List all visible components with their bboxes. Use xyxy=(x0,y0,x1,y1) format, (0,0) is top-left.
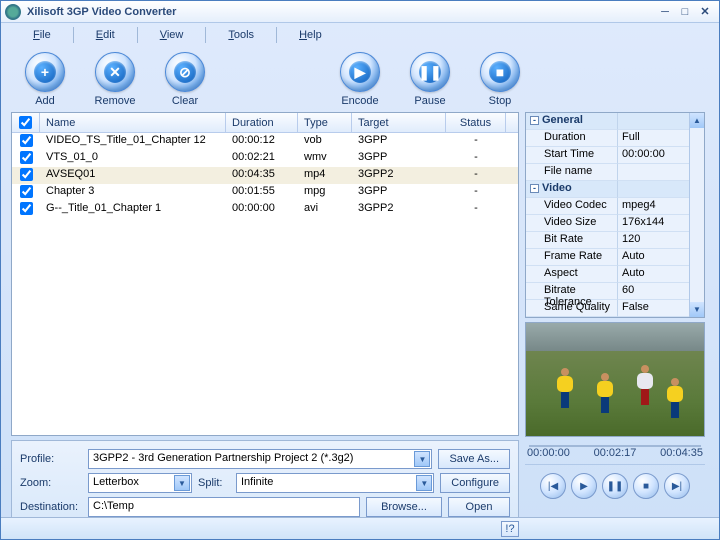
configure-button[interactable]: Configure xyxy=(440,473,510,493)
file-table[interactable]: Name Duration Type Target Status VIDEO_T… xyxy=(11,112,519,436)
profile-combo[interactable]: 3GPP2 - 3rd Generation Partnership Proje… xyxy=(88,449,432,469)
col-type[interactable]: Type xyxy=(298,113,352,132)
col-target[interactable]: Target xyxy=(352,113,446,132)
row-checkbox[interactable] xyxy=(20,185,33,198)
scrollbar[interactable]: ▲▼ xyxy=(689,113,704,317)
play-icon: ▶ xyxy=(349,61,371,83)
browse-button[interactable]: Browse... xyxy=(366,497,442,517)
col-checkbox[interactable] xyxy=(12,113,40,132)
pause-playback-button[interactable]: ❚❚ xyxy=(602,473,628,499)
zoom-combo[interactable]: Letterbox▼ xyxy=(88,473,192,493)
prev-track-button[interactable]: |◀ xyxy=(540,473,566,499)
stop-icon: ■ xyxy=(489,61,511,83)
preview-pane xyxy=(525,322,705,437)
chevron-down-icon: ▼ xyxy=(416,475,432,491)
options-panel: Profile: 3GPP2 - 3rd Generation Partners… xyxy=(11,440,519,526)
pause-icon: ❚❚ xyxy=(419,61,441,83)
chevron-down-icon: ▼ xyxy=(414,451,430,467)
table-row[interactable]: VIDEO_TS_Title_01_Chapter 1200:00:12vob3… xyxy=(12,133,518,150)
menu-edit[interactable]: Edit xyxy=(82,26,129,44)
open-button[interactable]: Open xyxy=(448,497,510,517)
col-duration[interactable]: Duration xyxy=(226,113,298,132)
profile-label: Profile: xyxy=(20,453,82,465)
close-button[interactable]: ✕ xyxy=(695,4,715,20)
minimize-button[interactable]: ─ xyxy=(655,4,675,20)
table-row[interactable]: AVSEQ0100:04:35mp43GPP2- xyxy=(12,167,518,184)
plus-icon: + xyxy=(34,61,56,83)
checkbox-all[interactable] xyxy=(19,116,32,129)
maximize-button[interactable]: □ xyxy=(675,4,695,20)
next-track-button[interactable]: ▶| xyxy=(664,473,690,499)
col-name[interactable]: Name xyxy=(40,113,226,132)
scroll-down-icon[interactable]: ▼ xyxy=(690,302,704,317)
add-button[interactable]: +Add xyxy=(15,52,75,107)
remove-button[interactable]: ✕Remove xyxy=(85,52,145,107)
destination-label: Destination: xyxy=(20,501,82,513)
scroll-up-icon[interactable]: ▲ xyxy=(690,113,704,128)
pause-button[interactable]: ❚❚Pause xyxy=(400,52,460,107)
x-icon: ✕ xyxy=(104,61,126,83)
collapse-icon[interactable]: - xyxy=(530,116,539,125)
properties-grid[interactable]: -General DurationFull Start Time00:00:00… xyxy=(525,112,705,318)
row-checkbox[interactable] xyxy=(20,151,33,164)
app-logo-icon xyxy=(5,4,21,20)
collapse-icon[interactable]: - xyxy=(530,184,539,193)
split-combo[interactable]: Infinite▼ xyxy=(236,473,434,493)
row-checkbox[interactable] xyxy=(20,202,33,215)
clear-button[interactable]: ⊘Clear xyxy=(155,52,215,107)
playback-controls: |◀ ▶ ❚❚ ■ ▶| xyxy=(525,469,705,503)
menubar: File Edit View Tools Help xyxy=(1,23,719,47)
encode-button[interactable]: ▶Encode xyxy=(330,52,390,107)
app-window: Xilisoft 3GP Video Converter ─ □ ✕ File … xyxy=(0,0,720,540)
save-as-button[interactable]: Save As... xyxy=(438,449,510,469)
stop-playback-button[interactable]: ■ xyxy=(633,473,659,499)
titlebar: Xilisoft 3GP Video Converter ─ □ ✕ xyxy=(1,1,719,23)
forbidden-icon: ⊘ xyxy=(174,61,196,83)
help-button[interactable]: !? xyxy=(501,521,519,537)
menu-tools[interactable]: Tools xyxy=(214,26,268,44)
statusbar: !? xyxy=(1,517,719,539)
stop-button[interactable]: ■Stop xyxy=(470,52,530,107)
play-button[interactable]: ▶ xyxy=(571,473,597,499)
row-checkbox[interactable] xyxy=(20,168,33,181)
destination-input[interactable]: C:\Temp xyxy=(88,497,360,517)
window-title: Xilisoft 3GP Video Converter xyxy=(27,6,655,18)
menu-file[interactable]: File xyxy=(19,26,65,44)
table-row[interactable]: VTS_01_000:02:21wmv3GPP- xyxy=(12,150,518,167)
timeline[interactable]: 00:00:00 00:02:17 00:04:35 xyxy=(525,441,705,465)
menu-help[interactable]: Help xyxy=(285,26,336,44)
row-checkbox[interactable] xyxy=(20,134,33,147)
zoom-label: Zoom: xyxy=(20,477,82,489)
chevron-down-icon: ▼ xyxy=(174,475,190,491)
table-header: Name Duration Type Target Status xyxy=(12,113,518,133)
col-status[interactable]: Status xyxy=(446,113,506,132)
split-label: Split: xyxy=(198,477,230,489)
table-row[interactable]: Chapter 300:01:55mpg3GPP- xyxy=(12,184,518,201)
table-row[interactable]: G--_Title_01_Chapter 100:00:00avi3GPP2- xyxy=(12,201,518,218)
toolbar: +Add ✕Remove ⊘Clear ▶Encode ❚❚Pause ■Sto… xyxy=(1,47,719,112)
menu-view[interactable]: View xyxy=(146,26,198,44)
